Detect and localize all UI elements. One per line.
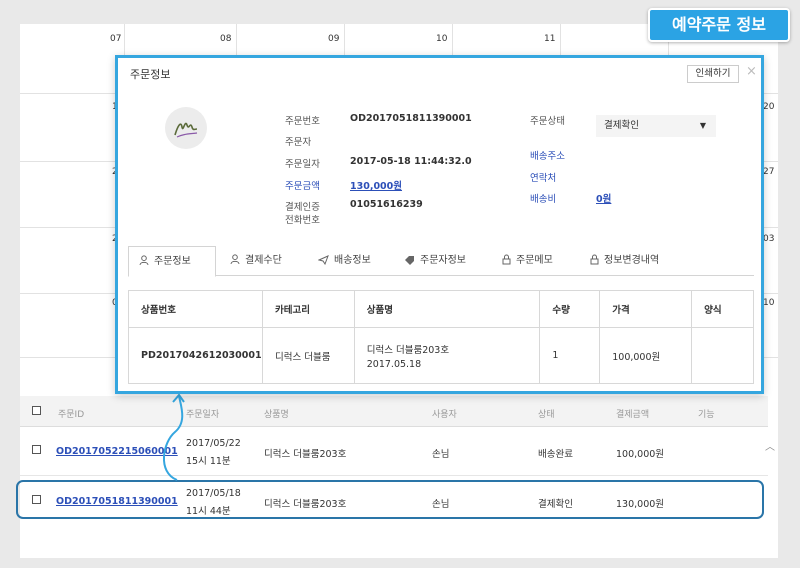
- calendar-date[interactable]: 11: [544, 34, 555, 44]
- order-info-modal: 주문정보 인쇄하기 × 주문번호 OD2017051811390001 주문자 …: [115, 55, 764, 394]
- order-status: 배송완료: [538, 449, 573, 460]
- calendar-date[interactable]: 08: [220, 34, 231, 44]
- product-no: PD2017042612030001: [128, 327, 263, 384]
- tab-label: 정보변경내역: [604, 255, 660, 266]
- signature-icon: [174, 122, 198, 138]
- amount-link[interactable]: 130,000원: [350, 178, 402, 192]
- col-header: 상태: [538, 410, 555, 420]
- product-category: 디럭스 더블룸: [261, 327, 355, 384]
- col-header: 가격: [599, 290, 693, 328]
- tab-change-history[interactable]: 정보변경내역: [580, 246, 659, 277]
- status-label: 주문상태: [530, 116, 565, 127]
- tab-memo[interactable]: 주문메모: [492, 246, 553, 277]
- table-row: PD2017042612030001 디럭스 더블룸 디럭스 더블룸203호 2…: [128, 327, 754, 384]
- lock-icon: [502, 254, 511, 265]
- tab-label: 주문메모: [516, 255, 553, 266]
- page-badge-title: 예약주문 정보: [648, 8, 790, 42]
- orderer-label: 주문자: [285, 137, 312, 148]
- connector-arrow-icon: [162, 393, 185, 481]
- col-header: 사용자: [432, 410, 457, 420]
- table-header-row: 상품번호 카테고리 상품명 수량 가격 양식: [128, 290, 754, 328]
- col-header: 상품명: [353, 290, 541, 328]
- selected-row-highlight: [16, 480, 764, 519]
- select-all-checkbox[interactable]: [32, 406, 41, 415]
- tag-icon: [405, 256, 414, 265]
- contact-label: 연락처: [530, 173, 557, 184]
- user-name: 손님: [432, 449, 450, 460]
- col-header: 상품번호: [128, 290, 263, 328]
- avatar: [165, 107, 207, 149]
- col-header: 양식: [691, 290, 754, 328]
- calendar-date[interactable]: 20: [763, 102, 774, 112]
- ship-fee-label: 배송비: [530, 194, 557, 205]
- tab-order-info[interactable]: 주문정보: [128, 246, 216, 277]
- col-header: 기능: [698, 410, 715, 420]
- product-name: 디럭스 더블룸203호: [366, 344, 450, 356]
- tab-orderer[interactable]: 주문자정보: [394, 246, 466, 277]
- tab-shipping[interactable]: 배송정보: [308, 246, 371, 277]
- product-date: 2017.05.18: [366, 358, 422, 370]
- row-checkbox[interactable]: [32, 445, 41, 454]
- product-qty: 1: [539, 327, 601, 384]
- close-icon[interactable]: ×: [746, 64, 757, 79]
- col-header: 카테고리: [261, 290, 355, 328]
- calendar-date[interactable]: 09: [328, 34, 339, 44]
- auth-phone-label: 전화번호: [285, 215, 320, 226]
- order-date-label: 주문일자: [285, 159, 320, 170]
- col-header: 결제금액: [616, 410, 650, 420]
- chevron-down-icon: ▼: [699, 121, 706, 130]
- tab-label: 주문정보: [154, 256, 191, 267]
- product-table: 상품번호 카테고리 상품명 수량 가격 양식 PD201704261203000…: [128, 290, 754, 384]
- calendar-date[interactable]: 07: [110, 34, 121, 44]
- col-header: 상품명: [264, 410, 289, 420]
- order-list-header: 주문ID 주문일자 상품명 사용자 상태 결제금액 기능: [20, 396, 768, 427]
- tab-label: 결제수단: [245, 255, 282, 266]
- tab-label: 배송정보: [334, 255, 371, 266]
- order-no-label: 주문번호: [285, 116, 320, 127]
- calendar-date[interactable]: 10: [436, 34, 447, 44]
- modal-title: 주문정보: [130, 68, 171, 81]
- order-no-value: OD2017051811390001: [350, 113, 472, 124]
- amount-label: 주문금액: [285, 181, 320, 192]
- auth-phone-label: 결제인증: [285, 202, 320, 213]
- status-select[interactable]: 결제확인 ▼: [596, 115, 716, 137]
- product-name: 디럭스 더블룸203호: [264, 449, 347, 460]
- print-button[interactable]: 인쇄하기: [687, 65, 739, 83]
- table-row[interactable]: OD2017052215060001 2017/05/22 15시 11분 디럭…: [20, 428, 768, 476]
- tab-label: 주문자정보: [420, 255, 466, 266]
- ship-addr-label: 배송주소: [530, 151, 565, 162]
- status-select-value: 결제확인: [604, 120, 639, 131]
- auth-phone-value: 01051616239: [350, 199, 423, 210]
- paper-plane-icon: [317, 255, 329, 266]
- calendar-date[interactable]: 10: [763, 298, 774, 308]
- calendar-date[interactable]: 27: [763, 167, 774, 177]
- modal-tabs: 주문정보 결제수단 배송정보 주문자정보 주문메모 정보변경내역: [128, 246, 754, 277]
- order-date-value: 2017-05-18 11:44:32.0: [350, 156, 472, 167]
- product-name-cell: 디럭스 더블룸203호 2017.05.18: [353, 327, 541, 384]
- lock-icon: [590, 254, 599, 265]
- col-header: 수량: [539, 290, 601, 328]
- order-amount: 100,000원: [616, 449, 665, 460]
- tab-payment[interactable]: 결제수단: [220, 246, 282, 277]
- product-price: 100,000원: [599, 327, 693, 384]
- user-icon: [139, 255, 149, 266]
- user-icon: [230, 254, 240, 265]
- scroll-up-icon[interactable]: ︿: [765, 438, 775, 453]
- col-header: 주문ID: [58, 410, 85, 420]
- product-form: [691, 327, 754, 384]
- ship-fee-link[interactable]: 0원: [596, 191, 611, 205]
- calendar-date[interactable]: 03: [763, 234, 774, 244]
